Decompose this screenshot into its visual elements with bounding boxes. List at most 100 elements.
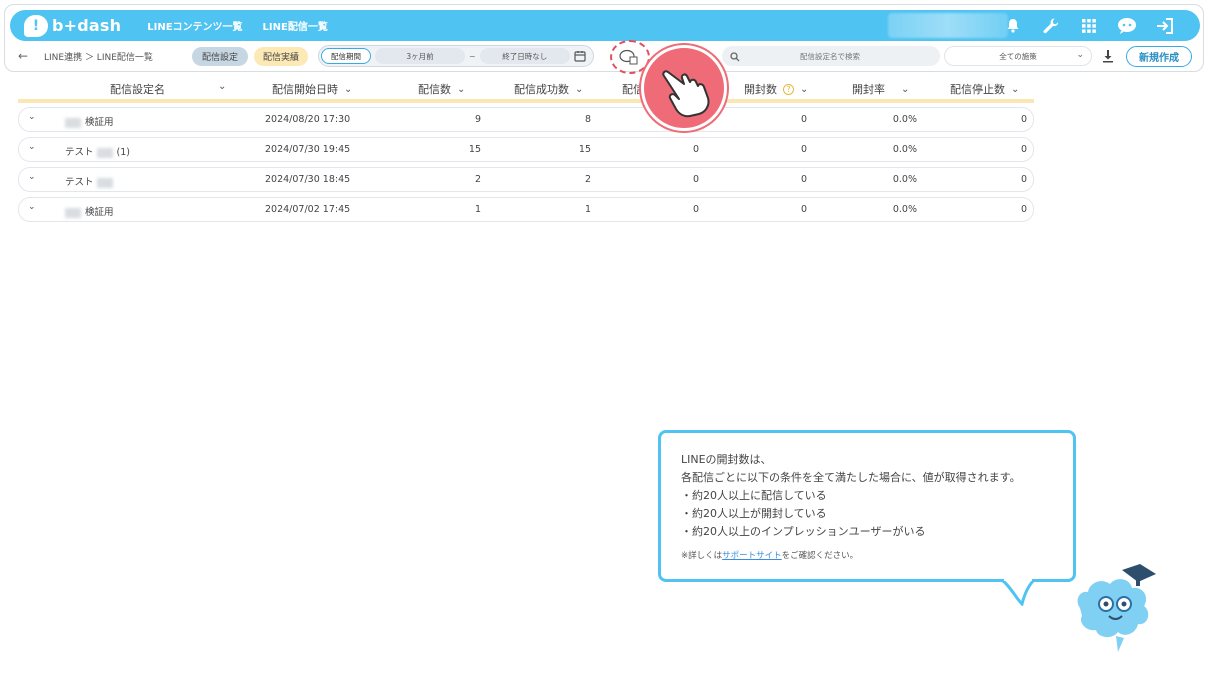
- nav-line-deliveries[interactable]: LINE配信一覧: [263, 18, 328, 33]
- logout-icon[interactable]: [1154, 15, 1176, 37]
- tooltip-line-5: ・約20人以上のインプレッションユーザーがいる: [681, 525, 926, 538]
- chevron-down-icon: ⌄: [344, 83, 353, 95]
- period-separator: ~: [469, 51, 476, 61]
- row-start-date: 2024/08/20 17:30: [265, 114, 351, 125]
- mascot-icon: [1077, 564, 1156, 652]
- expand-chevron-icon[interactable]: ⌄: [28, 112, 36, 122]
- tooltip-line-4: ・約20人以上が開封している: [681, 507, 827, 520]
- expand-chevron-icon[interactable]: ⌄: [28, 202, 36, 212]
- period-from-field[interactable]: 3ヶ月前: [375, 48, 465, 64]
- expand-chevron-icon[interactable]: ⌄: [28, 172, 36, 182]
- chevron-down-icon: ⌄: [457, 83, 466, 95]
- user-account-area[interactable]: [888, 13, 1008, 38]
- breadcrumb: LINE連携 ＞ LINE配信一覧: [44, 52, 153, 63]
- row-stops: 0: [1020, 144, 1027, 155]
- row-setting-name: テスト (1): [65, 147, 131, 158]
- search-input[interactable]: [740, 51, 920, 61]
- support-site-link[interactable]: サポートサイト: [722, 551, 782, 561]
- chevron-down-icon: ⌄: [575, 83, 584, 95]
- row-opens: 0: [800, 144, 807, 155]
- search-box: [722, 46, 940, 66]
- row-sent: 9: [474, 114, 481, 125]
- top-nav-bar: ! b+dash LINEコンテンツ一覧 LINE配信一覧: [10, 10, 1200, 41]
- bell-icon[interactable]: [1002, 15, 1024, 37]
- period-label[interactable]: 配信期間: [321, 48, 371, 64]
- search-icon: [730, 47, 740, 66]
- tab-delivery-actual[interactable]: 配信実績: [254, 46, 308, 66]
- tooltip-note: ※詳しくはサポートサイトをご確認ください。: [681, 551, 859, 561]
- period-to-field[interactable]: 終了日時なし: [479, 48, 570, 64]
- tooltip-tail: [1001, 578, 1036, 606]
- chevron-down-icon: ⌄: [901, 83, 910, 95]
- back-arrow-icon[interactable]: ←: [18, 49, 34, 63]
- top-nav: LINEコンテンツ一覧 LINE配信一覧: [147, 18, 328, 33]
- calendar-icon[interactable]: [570, 50, 590, 62]
- row-start-date: 2024/07/30 19:45: [265, 144, 351, 155]
- row-stops: 0: [1020, 204, 1027, 215]
- table-row[interactable]: ⌄ 検証用 2024/08/20 17:30 9 8 0 0.0% 0: [18, 107, 1034, 132]
- row-success: 1: [584, 204, 591, 215]
- row-success: 15: [578, 144, 591, 155]
- row-opens: 0: [800, 174, 807, 185]
- tab-delivery-setting[interactable]: 配信設定: [192, 46, 248, 66]
- grid-icon[interactable]: [1078, 15, 1100, 37]
- chevron-down-icon: ⌄: [1076, 50, 1084, 60]
- row-start-date: 2024/07/30 18:45: [265, 174, 351, 185]
- row-setting-name: 検証用: [65, 114, 114, 128]
- header-success[interactable]: 配信成功数 ⌄: [514, 81, 583, 97]
- wrench-icon[interactable]: [1040, 15, 1062, 37]
- pointing-hand-icon: [641, 45, 727, 131]
- open-count-tooltip: LINEの開封数は、 各配信ごとに以下の条件を全て満たした場合に、値が取得されま…: [658, 430, 1076, 582]
- row-sent: 2: [474, 174, 481, 185]
- nav-line-contents[interactable]: LINEコンテンツ一覧: [147, 18, 242, 33]
- tooltip-line-1: LINEの開封数は、: [681, 453, 772, 466]
- row-sent: 15: [468, 144, 481, 155]
- row-start-date: 2024/07/02 17:45: [265, 204, 351, 215]
- row-opens: 0: [800, 204, 807, 215]
- table-row[interactable]: ⌄ 検証用 2024/07/02 17:45 1 1 0 0 0.0% 0: [18, 197, 1034, 222]
- table-header: 配信設定名 ⌄ 配信開始日時 ⌄ 配信数 ⌄ 配信成功数 ⌄ 配信 開封数? ⌄ 開封率…: [18, 78, 1034, 100]
- row-col5: 0: [692, 204, 699, 215]
- new-create-button[interactable]: 新規作成: [1126, 45, 1192, 67]
- row-success: 8: [584, 114, 591, 125]
- row-opens: 0: [800, 114, 807, 125]
- help-icon: ?: [783, 83, 794, 95]
- period-filter: 配信期間 3ヶ月前 ~ 終了日時なし: [318, 45, 594, 67]
- sort-setting-name[interactable]: ⌄: [218, 81, 226, 92]
- row-open-rate: 0.0%: [892, 144, 917, 155]
- download-icon[interactable]: [1102, 48, 1114, 67]
- app-logo[interactable]: ! b+dash: [24, 14, 122, 37]
- header-open-rate[interactable]: 開封率 ⌄: [852, 81, 909, 97]
- chevron-down-icon: ⌄: [218, 81, 227, 92]
- header-setting-name[interactable]: 配信設定名: [110, 81, 165, 97]
- header-opens[interactable]: 開封数? ⌄: [744, 81, 808, 97]
- table-row[interactable]: ⌄ テスト 2024/07/30 18:45 2 2 0 0 0.0% 0: [18, 167, 1034, 192]
- logo-text: b+dash: [52, 16, 122, 35]
- expand-chevron-icon[interactable]: ⌄: [28, 142, 36, 152]
- chevron-down-icon: ⌄: [800, 83, 809, 95]
- chat-bot-icon[interactable]: [1116, 15, 1138, 37]
- row-open-rate: 0.0%: [892, 204, 917, 215]
- row-setting-name: テスト: [65, 174, 117, 188]
- row-open-rate: 0.0%: [892, 114, 917, 125]
- tooltip-line-2: 各配信ごとに以下の条件を全て満たした場合に、値が取得されます。: [681, 471, 1021, 484]
- measure-select[interactable]: 全ての施策 ⌄: [944, 46, 1092, 66]
- measure-select-value: 全ての施策: [999, 51, 1037, 61]
- header-underline: [18, 99, 1034, 103]
- top-icons: [1002, 10, 1176, 41]
- row-open-rate: 0.0%: [892, 174, 917, 185]
- row-stops: 0: [1020, 114, 1027, 125]
- toolbar: ← LINE連携 ＞ LINE配信一覧 配信設定 配信実績 配信期間 3ヶ月前 …: [18, 45, 1198, 67]
- header-start-date[interactable]: 配信開始日時 ⌄: [272, 81, 352, 97]
- row-stops: 0: [1020, 174, 1027, 185]
- row-success: 2: [584, 174, 591, 185]
- line-export-icon[interactable]: [618, 48, 640, 70]
- row-sent: 1: [474, 204, 481, 215]
- header-stops[interactable]: 配信停止数 ⌄: [950, 81, 1019, 97]
- header-sent[interactable]: 配信数 ⌄: [418, 81, 465, 97]
- logo-icon: !: [24, 14, 48, 37]
- row-col5: 0: [692, 174, 699, 185]
- row-setting-name: 検証用: [65, 204, 114, 218]
- table-row[interactable]: ⌄ テスト (1) 2024/07/30 19:45 15 15 0 0 0.0…: [18, 137, 1034, 162]
- tooltip-line-3: ・約20人以上に配信している: [681, 489, 827, 502]
